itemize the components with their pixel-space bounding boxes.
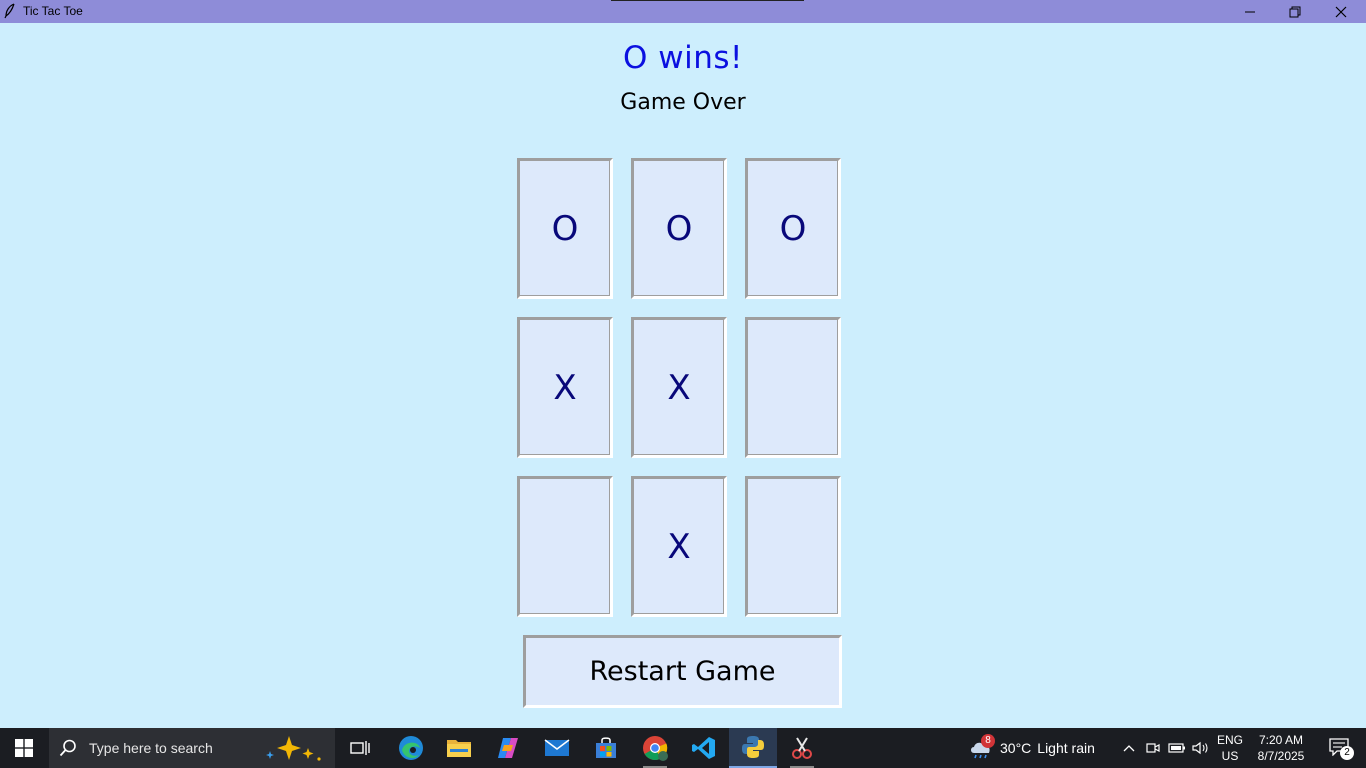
- show-hidden-icons-button[interactable]: [1118, 728, 1140, 768]
- restore-icon: [1289, 6, 1301, 17]
- chevron-up-icon: [1123, 745, 1135, 752]
- title-bar[interactable]: Tic Tac Toe: [0, 0, 1366, 23]
- python-icon: [742, 736, 764, 758]
- language-region: US: [1221, 749, 1239, 763]
- taskbar-store[interactable]: [582, 728, 630, 768]
- board-cell-2-2[interactable]: [745, 476, 841, 617]
- store-icon: [596, 737, 616, 758]
- board-cell-0-1[interactable]: O: [631, 158, 727, 299]
- mail-icon: [544, 739, 570, 756]
- search-highlight-icon: [266, 736, 321, 761]
- close-icon: [1335, 6, 1347, 17]
- taskbar: Type here to search 8 30°C Light rain EN…: [0, 728, 1366, 768]
- volume-button[interactable]: [1190, 728, 1212, 768]
- board-cell-1-1[interactable]: X: [631, 317, 727, 458]
- battery-icon: [1168, 743, 1185, 753]
- board-cell-0-2[interactable]: O: [745, 158, 841, 299]
- edge-icon: [399, 736, 423, 760]
- game-over-label: Game Over: [620, 90, 746, 115]
- clock-date: 8/7/2025: [1257, 749, 1305, 763]
- input-language[interactable]: ENG US: [1212, 732, 1248, 764]
- language-code: ENG: [1216, 733, 1243, 747]
- camera-icon: [1146, 743, 1160, 753]
- chrome-icon: [643, 736, 668, 761]
- battery-button[interactable]: [1166, 728, 1188, 768]
- notification-count-badge: 2: [1340, 746, 1354, 760]
- feather-icon: [3, 3, 17, 19]
- taskbar-file-explorer[interactable]: [435, 728, 483, 768]
- task-view-icon: [350, 741, 370, 755]
- snipping-tool-icon: [792, 737, 812, 759]
- minimize-button[interactable]: [1227, 0, 1273, 23]
- notification-icon: 2: [1329, 738, 1354, 760]
- restore-button[interactable]: [1272, 0, 1318, 23]
- start-button[interactable]: [0, 728, 48, 768]
- notification-center-button[interactable]: 2: [1320, 728, 1360, 768]
- weather-condition: Light rain: [1037, 740, 1095, 756]
- taskbar-snipping-tool[interactable]: [778, 728, 826, 768]
- vscode-icon: [692, 737, 715, 759]
- winner-status: O wins!: [623, 40, 743, 76]
- board-cell-1-2[interactable]: [745, 317, 841, 458]
- taskbar-python[interactable]: [729, 728, 777, 768]
- clock-time: 7:20 AM: [1258, 733, 1304, 747]
- minimize-icon: [1245, 11, 1255, 12]
- board-cell-0-0[interactable]: O: [517, 158, 613, 299]
- copilot-icon: [498, 738, 518, 758]
- drag-indicator: [611, 0, 804, 1]
- taskbar-edge[interactable]: [387, 728, 435, 768]
- system-clock[interactable]: 7:20 AM 8/7/2025: [1250, 732, 1312, 764]
- speaker-icon: [1192, 741, 1208, 755]
- cloud-rain-icon: 8: [968, 734, 995, 759]
- weather-widget[interactable]: 8 30°C Light rain: [968, 728, 1095, 768]
- board-cell-2-0[interactable]: [517, 476, 613, 617]
- close-button[interactable]: [1318, 0, 1364, 23]
- taskbar-chrome[interactable]: [631, 728, 679, 768]
- search-placeholder: Type here to search: [89, 740, 213, 756]
- search-icon: [59, 739, 76, 757]
- window-title: Tic Tac Toe: [23, 4, 83, 18]
- windows-icon: [15, 739, 33, 757]
- task-view-button[interactable]: [336, 728, 384, 768]
- game-area: O wins! Game Over O O O X X X Restart Ga…: [0, 23, 1366, 728]
- taskbar-vscode[interactable]: [680, 728, 728, 768]
- taskbar-copilot[interactable]: [484, 728, 532, 768]
- meet-now-button[interactable]: [1142, 728, 1164, 768]
- restart-game-button[interactable]: Restart Game: [523, 635, 842, 708]
- weather-alert-badge: 8: [981, 734, 995, 748]
- weather-temperature: 30°C: [1000, 740, 1032, 756]
- taskbar-mail[interactable]: [533, 728, 581, 768]
- file-explorer-icon: [447, 740, 471, 757]
- taskbar-search[interactable]: Type here to search: [49, 728, 335, 768]
- board-cell-1-0[interactable]: X: [517, 317, 613, 458]
- board-cell-2-1[interactable]: X: [631, 476, 727, 617]
